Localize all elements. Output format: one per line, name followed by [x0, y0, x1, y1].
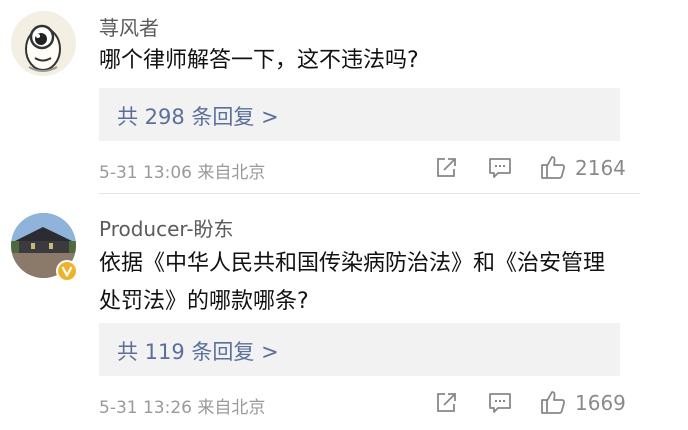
comment-meta: 5-31 13:06 来自北京 — [99, 158, 265, 183]
username[interactable]: Producer-盼东 — [99, 213, 234, 242]
timestamp: 5-31 13:06 — [99, 163, 192, 183]
source: 来自北京 — [197, 163, 266, 183]
share-icon[interactable] — [434, 391, 458, 415]
comment-text: 依据《中华人民共和国传染病防治法》和《治安管理处罚法》的哪款哪条? — [99, 251, 606, 314]
verified-badge-icon — [56, 260, 78, 282]
username[interactable]: 荨风者 — [99, 12, 159, 41]
like-count: 2164 — [575, 156, 626, 180]
comment-icon[interactable] — [488, 391, 512, 415]
like-count: 1669 — [575, 391, 626, 415]
comment-item: Producer-盼东 依据《中华人民共和国传染病防治法》和《治安管理处罚法》的… — [0, 200, 688, 430]
comment-meta: 5-31 13:26 来自北京 — [99, 393, 265, 418]
share-icon[interactable] — [434, 156, 458, 180]
avatar[interactable] — [11, 11, 76, 76]
replies-box[interactable]: 共 119 条回复 > — [99, 323, 620, 376]
view-replies-link[interactable]: 共 119 条回复 > — [117, 336, 279, 366]
like-icon[interactable] — [540, 389, 566, 415]
cartoon-face-icon — [11, 11, 76, 76]
source: 来自北京 — [197, 398, 266, 418]
timestamp: 5-31 13:26 — [99, 398, 192, 418]
like-icon[interactable] — [540, 154, 566, 180]
view-replies-link[interactable]: 共 298 条回复 > — [117, 101, 279, 131]
comment-text: 哪个律师解答一下，这不违法吗? — [99, 48, 419, 73]
comment-icon[interactable] — [488, 156, 512, 180]
comment-item: 荨风者 哪个律师解答一下，这不违法吗? 共 298 条回复 > 5-31 13:… — [0, 0, 688, 200]
replies-box[interactable]: 共 298 条回复 > — [99, 88, 620, 141]
divider — [99, 193, 640, 194]
